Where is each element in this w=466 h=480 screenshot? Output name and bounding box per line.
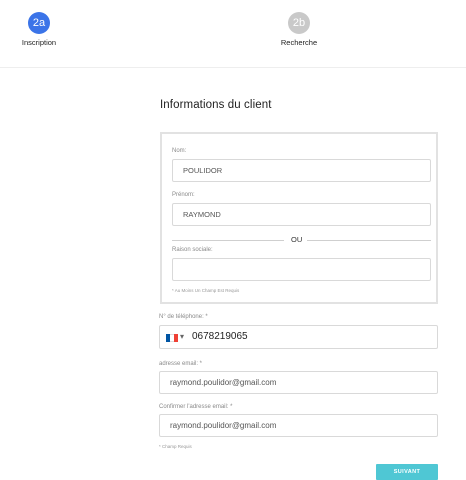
or-text: OU	[291, 235, 303, 244]
email-input[interactable]	[159, 371, 438, 394]
stepper: 2a Inscription 2b Recherche	[0, 0, 466, 68]
step-label: Recherche	[280, 38, 318, 47]
required-fields-note: * Champ Requis	[159, 444, 192, 449]
confirm-email-input[interactable]	[159, 414, 438, 437]
france-flag-icon[interactable]	[166, 334, 178, 342]
nom-input[interactable]	[172, 159, 431, 182]
form-title: Informations du client	[160, 99, 272, 111]
step-inscription[interactable]: 2a Inscription	[0, 12, 79, 47]
client-identity-box: Nom: Prénom: OU Raison sociale: * Au Moi…	[160, 132, 438, 304]
step-number-badge: 2b	[288, 12, 310, 34]
email-label: adresse email: *	[159, 361, 203, 367]
phone-input[interactable]: ▾ 0678219065	[159, 325, 438, 349]
divider-line	[307, 240, 431, 241]
step-number-badge: 2a	[28, 12, 50, 34]
next-button[interactable]: SUIVANT	[376, 464, 438, 480]
prenom-label: Prénom:	[172, 192, 195, 198]
nom-label: Nom:	[172, 148, 187, 154]
phone-value: 0678219065	[192, 331, 248, 342]
divider-line	[172, 240, 284, 241]
confirm-email-label: Confirmer l'adresse email: *	[159, 404, 233, 410]
chevron-down-icon[interactable]: ▾	[180, 332, 184, 341]
step-label: Inscription	[21, 38, 57, 47]
phone-label: N° de téléphone: *	[159, 314, 208, 320]
prenom-input[interactable]	[172, 203, 431, 226]
step-recherche[interactable]: 2b Recherche	[259, 12, 339, 47]
or-divider: OU	[172, 235, 431, 245]
raison-sociale-label: Raison sociale:	[172, 247, 213, 253]
at-least-one-note: * Au Moins Un Champ Est Requis	[172, 288, 240, 293]
raison-sociale-input[interactable]	[172, 258, 431, 281]
